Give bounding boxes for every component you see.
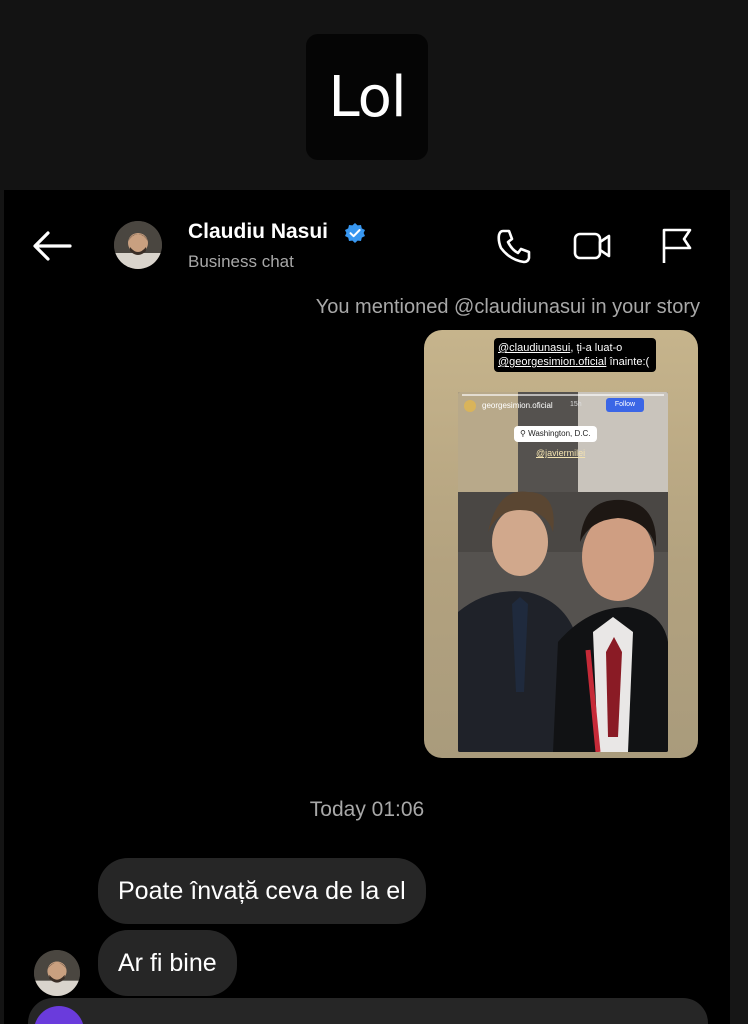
story-user-avatar — [464, 400, 476, 412]
phone-icon[interactable] — [494, 226, 534, 266]
verified-badge-icon — [345, 223, 365, 243]
date-separator: Today 01:06 — [309, 798, 425, 821]
contact-avatar[interactable] — [114, 221, 162, 269]
story-mention-text: @claudiunasui, ți-a luat-o @georgesimion… — [494, 338, 656, 372]
screen-edge — [730, 190, 748, 1024]
mention-text: , ți-a luat-o — [570, 342, 623, 354]
back-arrow-icon[interactable] — [30, 228, 74, 264]
sender-avatar[interactable] — [34, 950, 80, 996]
message-bubble[interactable]: Poate învață ceva de la el — [98, 858, 426, 924]
report-flag-icon[interactable] — [656, 226, 696, 266]
mention-text: înainte:( — [606, 356, 650, 368]
story-time: 15h — [570, 401, 582, 408]
meme-caption-area: Lol — [0, 0, 748, 190]
mention-handle[interactable]: @claudiunasui — [498, 342, 570, 354]
story-location-label: Washington, D.C. — [528, 429, 591, 438]
story-username: georgesimion.oficial — [482, 401, 553, 410]
story-photo — [458, 392, 668, 752]
chat-type-label: Business chat — [188, 252, 294, 271]
caption-box: Lol — [306, 34, 428, 160]
mention-handle[interactable]: @georgesimion.oficial — [498, 356, 606, 368]
message-bubble[interactable]: Ar fi bine — [98, 930, 237, 996]
avatar-portrait-icon — [34, 950, 80, 996]
caption-text: Lol — [328, 64, 406, 130]
story-reply-card[interactable]: @claudiunasui, ți-a luat-o @georgesimion… — [424, 330, 698, 758]
avatar-portrait-icon — [114, 221, 162, 269]
story-follow-button: Follow — [606, 398, 644, 412]
chat-screen: Claudiu Nasui Business chat You mentione… — [4, 190, 730, 1024]
contact-name[interactable]: Claudiu Nasui — [188, 220, 328, 244]
video-camera-icon[interactable] — [572, 226, 612, 266]
story-screenshot: georgesimion.oficial 15h Follow ⚲ Washin… — [458, 392, 668, 752]
story-tag-sticker: @javiermilei — [536, 448, 586, 458]
story-mention-note: You mentioned @claudiunasui in your stor… — [315, 296, 700, 318]
story-location-sticker: ⚲ Washington, D.C. — [514, 426, 597, 442]
message-composer[interactable] — [28, 998, 708, 1024]
story-progress-bar — [462, 394, 664, 396]
